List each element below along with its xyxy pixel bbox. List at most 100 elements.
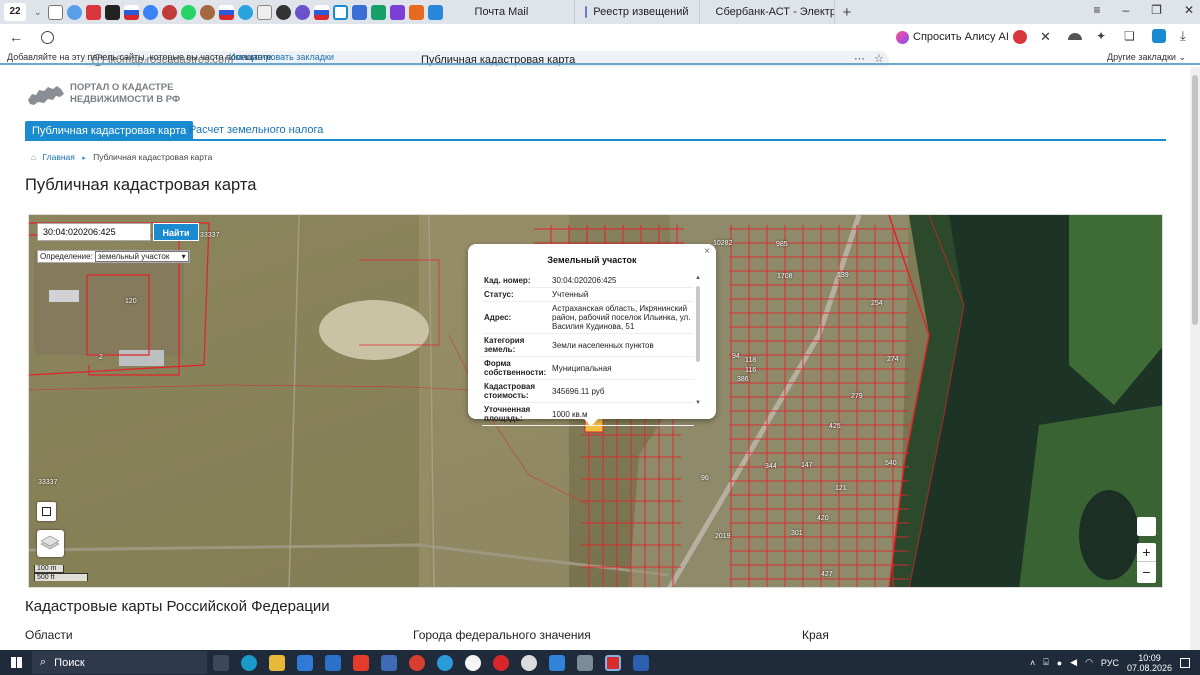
- globe-icon[interactable]: [294, 4, 310, 20]
- parcel-label[interactable]: 985: [776, 241, 788, 248]
- extension-icon[interactable]: ✕: [1040, 29, 1051, 45]
- flag-icon-2[interactable]: [218, 4, 234, 20]
- parcel-label[interactable]: 427: [821, 571, 833, 578]
- avatar-icon[interactable]: [199, 4, 215, 20]
- protect-icon[interactable]: [41, 30, 54, 44]
- parcel-label[interactable]: 274: [887, 356, 899, 363]
- github-icon[interactable]: [275, 4, 291, 20]
- chevron-down-icon[interactable]: ⌄: [34, 7, 42, 18]
- flag-icon[interactable]: [123, 4, 139, 20]
- red-app-icon[interactable]: [85, 4, 101, 20]
- collections-icon[interactable]: ❏: [1124, 29, 1135, 43]
- parcel-label[interactable]: 10282: [713, 240, 732, 247]
- menu-icon[interactable]: ≡: [1093, 3, 1100, 17]
- notifications-icon[interactable]: [1180, 657, 1190, 668]
- task-view-icon[interactable]: [213, 654, 229, 671]
- calculator-icon[interactable]: [381, 654, 397, 671]
- puzzle-icon[interactable]: ✦: [1096, 29, 1106, 43]
- wifi-icon[interactable]: ◠: [1085, 657, 1093, 668]
- parcel-label[interactable]: 540: [885, 460, 897, 467]
- popup-scrollbar[interactable]: ▲ ▼: [695, 275, 701, 406]
- tab-registry[interactable]: Реестр извещений: [575, 0, 700, 24]
- nav-public-map[interactable]: Публичная кадастровая карта: [25, 121, 194, 141]
- orange-app-icon[interactable]: [408, 4, 424, 20]
- microphone-icon[interactable]: ●: [1057, 658, 1062, 668]
- page-scroll-thumb[interactable]: [1192, 75, 1198, 325]
- parcel-label[interactable]: 96: [701, 475, 709, 482]
- calendar-icon[interactable]: [427, 4, 443, 20]
- flag-icon-3[interactable]: [313, 4, 329, 20]
- emblem-icon[interactable]: [161, 4, 177, 20]
- profile-icon[interactable]: [1152, 29, 1166, 43]
- language-indicator[interactable]: РУС: [1101, 658, 1119, 668]
- parcel-label[interactable]: 33337: [200, 232, 219, 239]
- parcel-label[interactable]: 420: [817, 515, 829, 522]
- zoom-out-button[interactable]: −: [1137, 563, 1156, 582]
- circle-icon[interactable]: [142, 4, 158, 20]
- new-tab-icon[interactable]: +: [843, 4, 852, 21]
- green-app-icon[interactable]: [370, 4, 386, 20]
- document-icon[interactable]: [47, 4, 63, 20]
- parcel-label[interactable]: 344: [765, 463, 777, 470]
- dark-app-icon[interactable]: [104, 4, 120, 20]
- photos-icon[interactable]: [549, 654, 565, 671]
- telegram-icon[interactable]: [237, 4, 253, 20]
- close-window-icon[interactable]: ✕: [1184, 3, 1194, 17]
- site-logo[interactable]: ПОРТАЛ О КАДАСТРЕ НЕДВИЖИМОСТИ В РФ: [26, 80, 180, 110]
- parcel-label[interactable]: 121: [835, 485, 847, 492]
- parcel-label[interactable]: 118: [745, 357, 756, 364]
- chrome-icon[interactable]: [409, 654, 425, 671]
- store-icon[interactable]: [297, 654, 313, 671]
- page-scrollbar[interactable]: [1190, 67, 1200, 650]
- map-blank-button[interactable]: [1137, 517, 1156, 536]
- parcel-label[interactable]: 33337: [38, 479, 57, 486]
- alice-button[interactable]: Спросить Алису AI: [896, 27, 1009, 47]
- whatsapp-icon[interactable]: [180, 4, 196, 20]
- fullscreen-button[interactable]: [37, 502, 56, 521]
- opera-icon[interactable]: [493, 654, 509, 671]
- definition-select[interactable]: земельный участок ▾: [94, 251, 189, 262]
- parcel-label[interactable]: 2019: [715, 533, 731, 540]
- parcel-label[interactable]: 425: [829, 423, 841, 430]
- c-app-icon[interactable]: [521, 654, 537, 671]
- gear-icon[interactable]: [66, 4, 82, 20]
- clock[interactable]: 10:09 07.08.2026: [1127, 653, 1172, 673]
- nav-land-tax[interactable]: Расчет земельного налога: [189, 124, 323, 136]
- paint-icon[interactable]: [577, 654, 593, 671]
- active-tab-icon[interactable]: [332, 4, 348, 20]
- ie-icon[interactable]: [437, 654, 453, 671]
- network-icon[interactable]: ⌸: [1043, 657, 1048, 668]
- parcel-label[interactable]: 147: [801, 462, 813, 469]
- download-icon[interactable]: ⤓: [1180, 28, 1186, 44]
- parcel-label[interactable]: 254: [871, 300, 883, 307]
- edge-icon[interactable]: [241, 654, 257, 671]
- parcel-label[interactable]: 279: [851, 393, 863, 400]
- restore-icon[interactable]: ❐: [1151, 3, 1162, 17]
- zoom-in-button[interactable]: +: [1137, 543, 1156, 562]
- yandex-icon[interactable]: [353, 654, 369, 671]
- taskbar-search[interactable]: ⌕ Поиск: [32, 651, 207, 674]
- hat-icon[interactable]: [1068, 33, 1082, 40]
- tray-chevron-icon[interactable]: ˄: [1030, 658, 1035, 668]
- yandex-active-icon[interactable]: [605, 654, 621, 671]
- import-bookmarks-link[interactable]: Импортировать закладки: [229, 52, 334, 62]
- other-bookmarks[interactable]: Другие закладки ⌄: [1107, 52, 1186, 63]
- mail-app-icon[interactable]: [325, 654, 341, 671]
- yandex-browser-icon[interactable]: [465, 654, 481, 671]
- cadastral-number-input[interactable]: [37, 223, 151, 241]
- tab-count-badge[interactable]: 22: [4, 3, 26, 21]
- purple-app-icon[interactable]: [389, 4, 405, 20]
- volume-icon[interactable]: ◀: [1070, 657, 1077, 668]
- back-icon[interactable]: ←: [9, 29, 23, 45]
- parcel-label[interactable]: 94: [732, 353, 740, 360]
- explorer-icon[interactable]: [269, 654, 285, 671]
- parcel-label[interactable]: 386: [737, 376, 749, 383]
- parcel-label[interactable]: 2: [99, 354, 103, 361]
- tab-sberbank[interactable]: Сбербанк-АСТ - Электро ×: [700, 0, 835, 24]
- tab-mail[interactable]: Почта Mail: [465, 0, 575, 24]
- mail-icon[interactable]: [256, 4, 272, 20]
- windows-start-icon[interactable]: [11, 657, 22, 668]
- parcel-label[interactable]: 120: [125, 298, 137, 305]
- breadcrumb-home[interactable]: Главная: [43, 152, 75, 162]
- popup-scroll-thumb[interactable]: [696, 286, 700, 362]
